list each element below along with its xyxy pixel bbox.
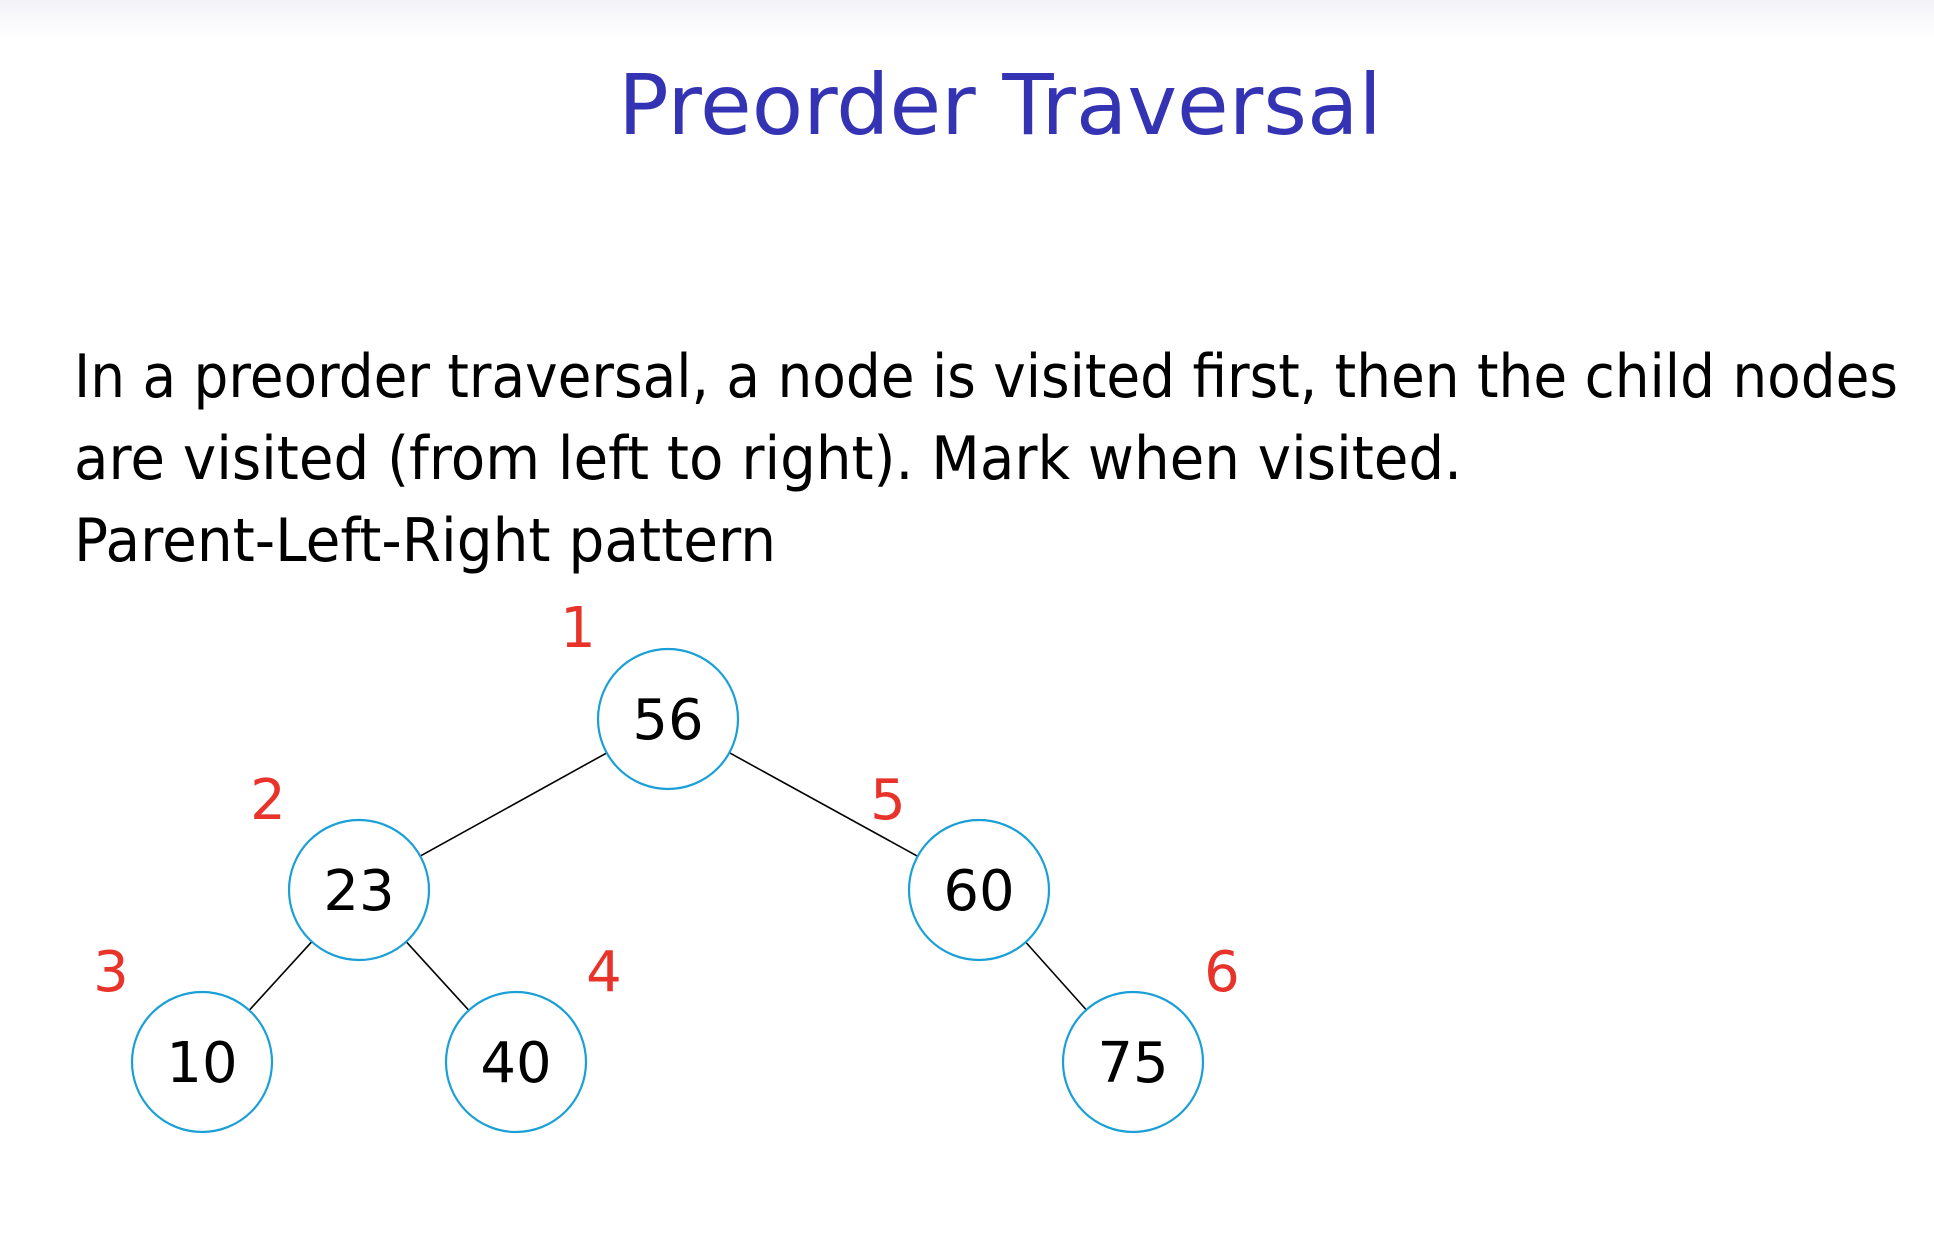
tree-edge-60-75 <box>1025 941 1087 1011</box>
tree-node-23: 23 2 <box>250 768 431 962</box>
tree-node-40: 40 4 <box>444 940 622 1134</box>
tree-node-10: 10 3 <box>93 940 274 1134</box>
tree-edge-23-40 <box>405 941 470 1011</box>
tree-node-56: 56 1 <box>560 596 740 791</box>
node-value: 40 <box>480 1031 551 1096</box>
visit-order-label: 4 <box>586 940 622 1005</box>
slide-title: Preorder Traversal <box>618 56 1382 154</box>
node-value: 10 <box>166 1031 237 1096</box>
body-line-1: In a preorder traversal, a node is visit… <box>74 342 1898 412</box>
slide: Preorder Traversal In a preorder travers… <box>74 56 1898 1134</box>
body-line-2: are visited (from left to right). Mark w… <box>74 424 1462 494</box>
tree-node-75: 75 6 <box>1061 940 1240 1134</box>
tree-edge-56-23 <box>419 752 608 857</box>
visit-order-label: 6 <box>1204 940 1240 1005</box>
node-value: 56 <box>632 688 703 753</box>
visit-order-label: 3 <box>93 940 129 1005</box>
visit-order-label: 1 <box>560 596 596 661</box>
tree-nodes: 56 1 23 2 10 3 40 4 60 5 75 6 <box>93 596 1240 1134</box>
node-value: 60 <box>943 859 1014 924</box>
visit-order-label: 2 <box>250 768 286 833</box>
node-value: 23 <box>323 859 394 924</box>
node-value: 75 <box>1097 1031 1168 1096</box>
visit-order-label: 5 <box>870 768 906 833</box>
tree-node-60: 60 5 <box>870 768 1051 962</box>
body-line-3: Parent-Left-Right pattern <box>74 506 776 576</box>
tree-edge-23-10 <box>248 941 313 1011</box>
